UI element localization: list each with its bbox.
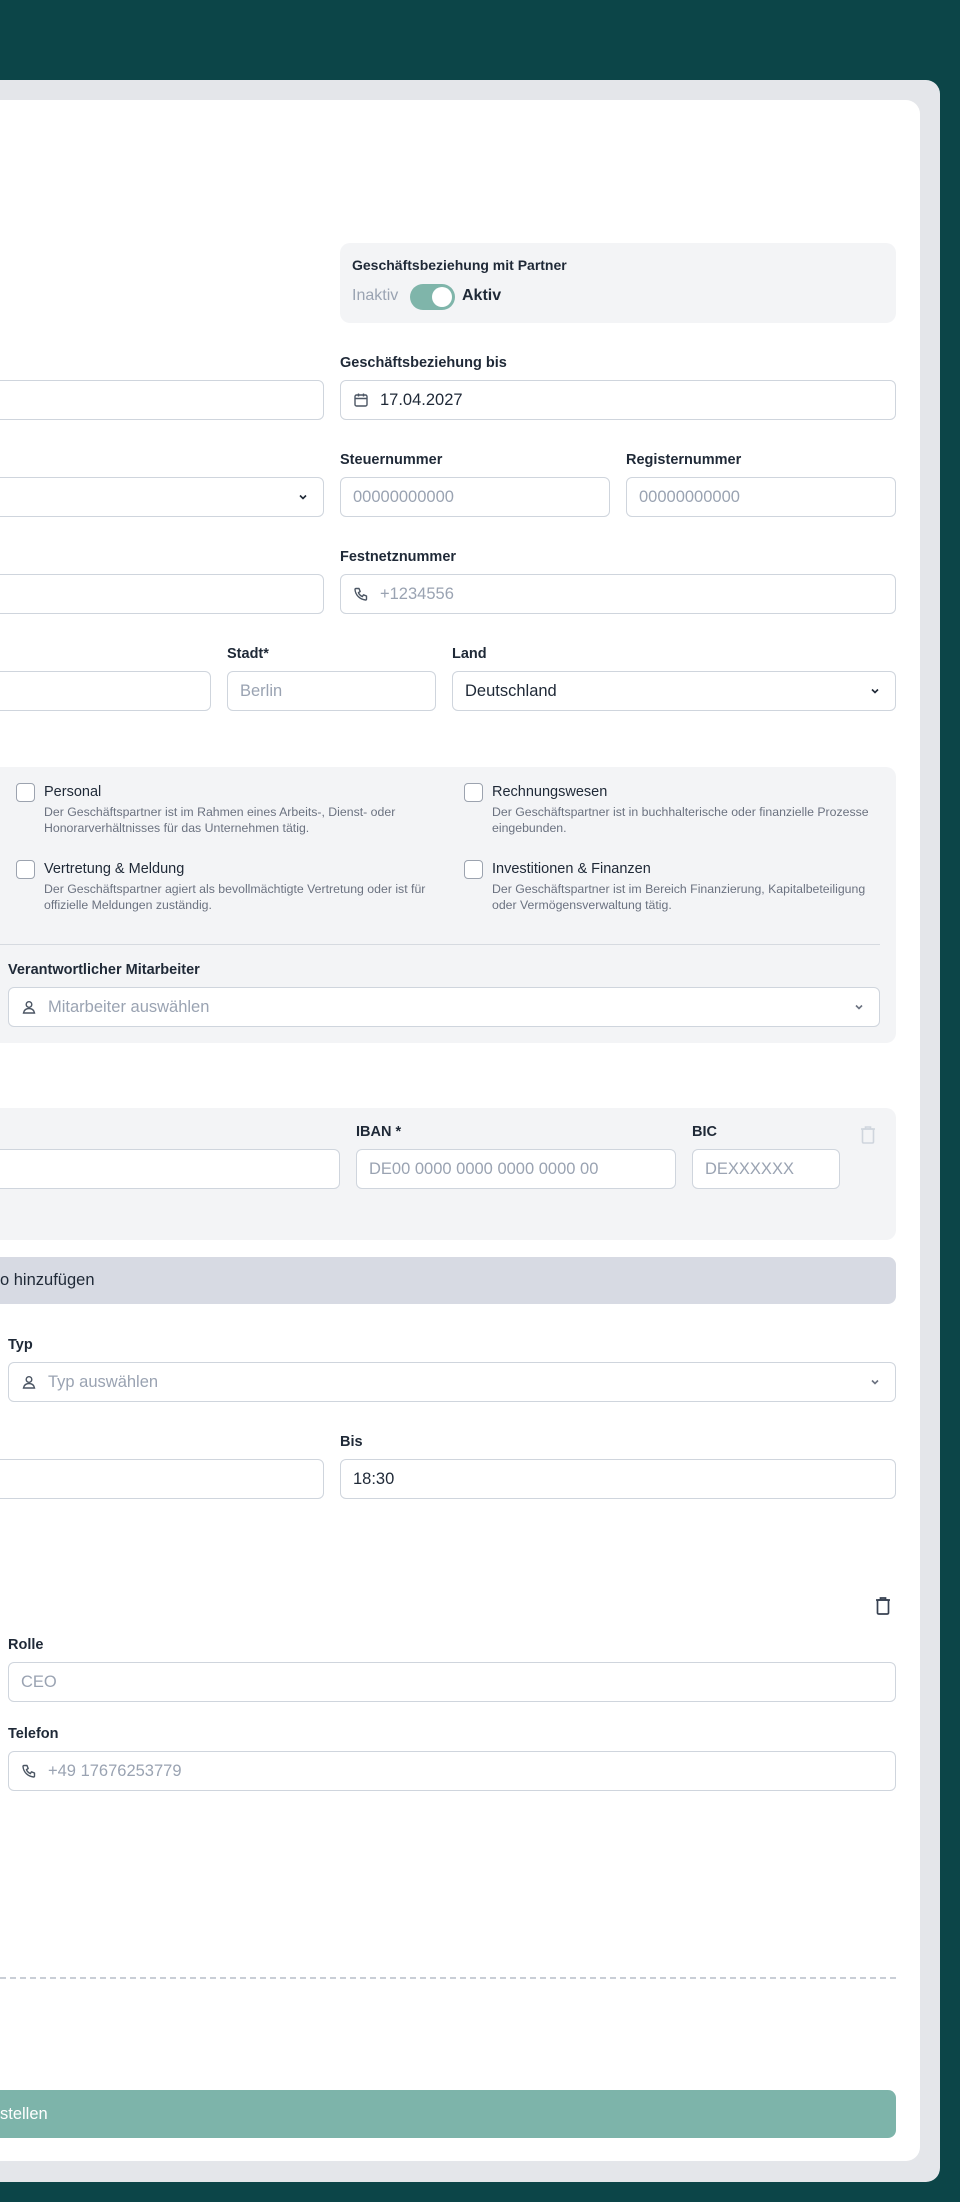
phone-icon	[21, 1763, 37, 1779]
area-accounting-checkbox[interactable]	[464, 783, 483, 802]
partner-status-toggle[interactable]	[410, 284, 455, 310]
country-label: Land	[452, 646, 487, 662]
country-select[interactable]: Deutschland	[452, 671, 896, 711]
bic-label: BIC	[692, 1124, 717, 1140]
from-time-input[interactable]	[0, 1459, 324, 1499]
register-number-label: Registernummer	[626, 452, 742, 468]
area-representation-description: Der Geschäftspartner agiert als bevollmä…	[44, 882, 426, 912]
calendar-icon	[353, 392, 369, 408]
iban-label: IBAN *	[356, 1124, 402, 1140]
phone-label: Telefon	[8, 1726, 59, 1742]
bic-input[interactable]: DEXXXXXX	[692, 1149, 840, 1189]
relationship-until-label: Geschäftsbeziehung bis	[340, 355, 507, 371]
area-accounting-description: Der Geschäftspartner ist in buchhalteris…	[492, 805, 869, 835]
left-select-row2[interactable]	[0, 477, 324, 517]
role-placeholder: CEO	[21, 1672, 57, 1691]
active-label: Aktiv	[462, 287, 502, 304]
city-input[interactable]: Berlin	[227, 671, 436, 711]
until-time-value: 18:30	[353, 1469, 395, 1488]
bic-placeholder: DEXXXXXX	[705, 1159, 794, 1178]
role-label: Rolle	[8, 1637, 44, 1653]
area-investments-title: Investitionen & Finanzen	[492, 861, 651, 877]
left-field-row1[interactable]	[0, 380, 324, 420]
partner-status-panel	[340, 243, 896, 323]
add-account-button-label: o hinzufügen	[0, 1271, 95, 1289]
iban-input[interactable]: DE00 0000 0000 0000 0000 00	[356, 1149, 676, 1189]
area-investments-checkbox[interactable]	[464, 860, 483, 879]
until-time-input[interactable]: 18:30	[340, 1459, 896, 1499]
area-representation-title: Vertretung & Meldung	[44, 861, 185, 877]
relationship-until-value: 17.04.2027	[380, 390, 463, 409]
phone-icon	[353, 586, 369, 602]
landline-label: Festnetznummer	[340, 549, 457, 565]
add-account-button[interactable]: o hinzufügen	[0, 1257, 896, 1304]
chevron-down-icon	[869, 685, 881, 697]
areas-divider	[0, 944, 880, 945]
left-field-row4[interactable]	[0, 671, 211, 711]
chevron-down-icon	[869, 1376, 881, 1388]
delete-contact-icon[interactable]	[874, 1596, 892, 1616]
area-accounting-title: Rechnungswesen	[492, 784, 608, 800]
relationship-until-input[interactable]: 17.04.2027	[340, 380, 896, 420]
landline-input[interactable]: +1234556	[340, 574, 896, 614]
landline-placeholder: +1234556	[380, 584, 454, 603]
type-placeholder: Typ auswählen	[48, 1372, 159, 1391]
register-number-input[interactable]: 00000000000	[626, 477, 896, 517]
left-field-row3[interactable]	[0, 574, 324, 614]
type-select[interactable]: Typ auswählen	[8, 1362, 896, 1402]
area-personal-title: Personal	[44, 784, 102, 800]
area-representation-checkbox[interactable]	[16, 860, 35, 879]
area-personal-checkbox[interactable]	[16, 783, 35, 802]
role-input[interactable]: CEO	[8, 1662, 896, 1702]
toggle-knob	[432, 287, 452, 307]
area-personal-description: Der Geschäftspartner ist im Rahmen eines…	[44, 805, 396, 835]
account-holder-input[interactable]	[0, 1149, 340, 1189]
until-time-label: Bis	[340, 1434, 363, 1450]
register-number-placeholder: 00000000000	[639, 487, 740, 506]
phone-input[interactable]: +49 17676253779	[8, 1751, 896, 1791]
add-section-dashed-divider	[0, 1977, 896, 1979]
user-icon	[21, 999, 37, 1015]
tax-number-placeholder: 00000000000	[353, 487, 454, 506]
city-placeholder: Berlin	[240, 681, 283, 700]
chevron-down-icon	[853, 1001, 865, 1013]
tax-number-input[interactable]: 00000000000	[340, 477, 610, 517]
responsible-employee-placeholder: Mitarbeiter auswählen	[48, 997, 210, 1016]
country-value: Deutschland	[465, 681, 557, 700]
submit-button-label: stellen	[0, 2104, 48, 2123]
partner-status-title: Geschäftsbeziehung mit Partner	[352, 257, 567, 273]
iban-placeholder: DE00 0000 0000 0000 0000 00	[369, 1159, 599, 1178]
chevron-down-icon	[297, 491, 309, 503]
responsible-employee-select[interactable]: Mitarbeiter auswählen	[8, 987, 880, 1027]
delete-account-icon[interactable]	[859, 1125, 877, 1145]
phone-placeholder: +49 17676253779	[48, 1761, 182, 1780]
inactive-label: Inaktiv	[352, 287, 399, 304]
city-label: Stadt*	[227, 646, 269, 662]
tax-number-label: Steuernummer	[340, 452, 443, 468]
submit-button[interactable]: stellen	[0, 2090, 896, 2138]
user-icon	[21, 1374, 37, 1390]
responsible-employee-label: Verantwortlicher Mitarbeiter	[8, 962, 200, 978]
area-investments-description: Der Geschäftspartner ist im Bereich Fina…	[492, 882, 866, 912]
type-label: Typ	[8, 1337, 33, 1353]
